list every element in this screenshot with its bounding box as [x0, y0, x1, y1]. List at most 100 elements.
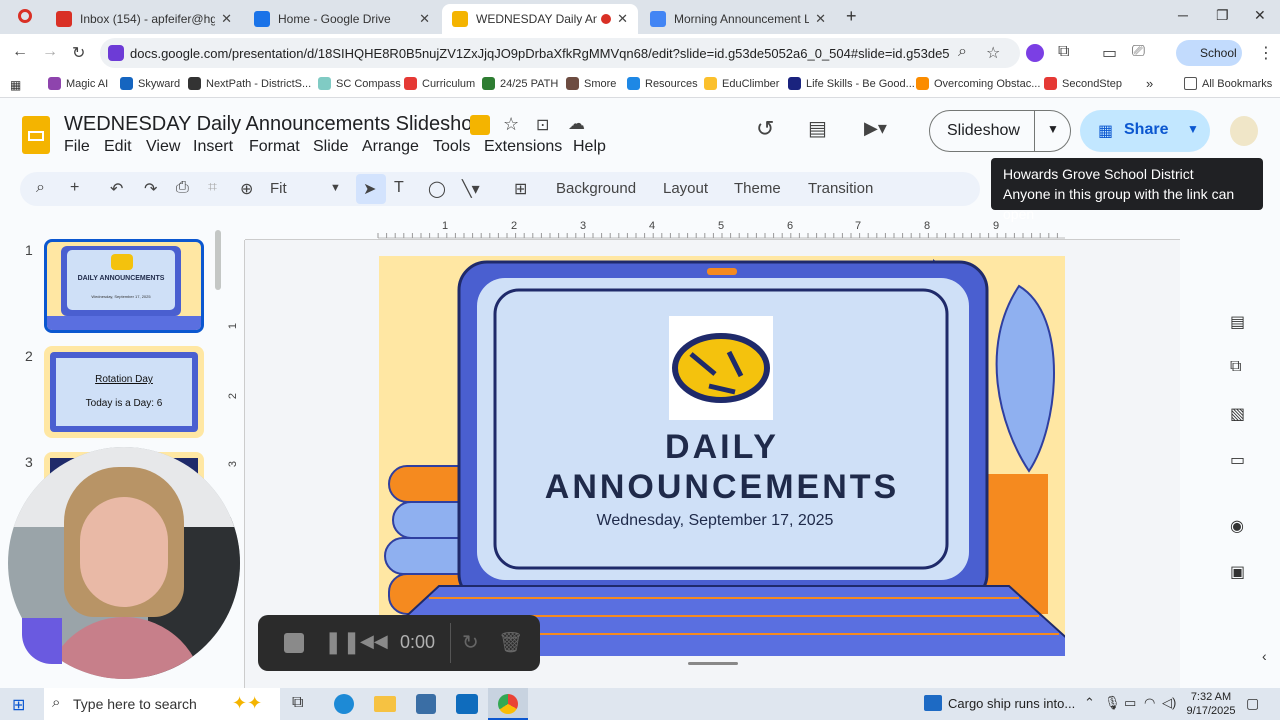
chrome-icon[interactable]	[498, 694, 518, 714]
stop-icon[interactable]	[284, 633, 304, 653]
new-tab-icon[interactable]: +	[846, 6, 857, 27]
task-view-icon[interactable]: ⧉	[292, 694, 303, 712]
menu-tools[interactable]: Tools	[433, 138, 470, 156]
close-icon[interactable]: ✕	[419, 11, 430, 27]
text-box-icon[interactable]: T	[394, 179, 404, 197]
profile-button[interactable]: School	[1176, 40, 1242, 66]
bookmark[interactable]: NextPath - DistrictS...	[188, 77, 311, 90]
close-icon[interactable]: ✕	[815, 11, 826, 27]
battery-icon[interactable]: ▭	[1124, 695, 1136, 711]
background-button[interactable]: Background	[556, 180, 636, 197]
paint-format-icon[interactable]: ⌗	[208, 179, 217, 197]
address-bar[interactable]: docs.google.com/presentation/d/18SIHQHE8…	[100, 38, 1020, 68]
bookmark[interactable]: Overcoming Obstac...	[916, 77, 1040, 90]
close-icon[interactable]: ✕	[617, 11, 628, 27]
new-slide-icon[interactable]: +	[70, 179, 79, 197]
slide-thumbnail-1[interactable]: DAILY ANNOUNCEMENTS Wednesday, September…	[44, 239, 204, 333]
apps-grid-icon[interactable]: ▦	[10, 78, 21, 92]
star-icon[interactable]: ☆	[503, 114, 519, 135]
share-button[interactable]: ▦ Share ▼	[1080, 110, 1210, 152]
cast-icon[interactable]: ⎚	[1132, 43, 1145, 61]
bookmark[interactable]: Magic AI	[48, 77, 108, 90]
insert-comment-icon[interactable]: ⊞	[514, 179, 527, 199]
news-headline[interactable]: Cargo ship runs into...	[948, 696, 1075, 711]
reload-icon[interactable]: ↻	[72, 43, 85, 63]
restart-icon[interactable]: ↻	[462, 630, 479, 655]
select-cursor-icon[interactable]: ➤	[363, 179, 376, 199]
filmstrip-scrollbar[interactable]	[215, 230, 221, 290]
forward-icon[interactable]: →	[42, 43, 58, 61]
slides-panel-icon[interactable]: ▤	[1230, 312, 1245, 332]
bookmark[interactable]: SC Compass	[318, 77, 401, 90]
taskbar-search-box[interactable]: ⌕ Type here to search ✦✦	[44, 688, 280, 720]
presenter-icon[interactable]	[470, 115, 490, 135]
volume-icon[interactable]: ◁)	[1162, 695, 1176, 711]
move-folder-icon[interactable]: ⊡	[536, 115, 549, 135]
rewind-icon[interactable]: ◀◀	[360, 631, 388, 652]
store-icon[interactable]	[416, 694, 436, 714]
search-menus-icon[interactable]: ⌕	[36, 179, 45, 197]
folder-icon[interactable]: ▭	[1230, 450, 1245, 470]
edge-icon[interactable]	[334, 694, 354, 714]
wifi-icon[interactable]: ◠	[1144, 695, 1155, 711]
extensions-puzzle-icon[interactable]: ⧉	[1058, 43, 1069, 61]
redo-icon[interactable]: ↷	[144, 179, 157, 199]
windows-start-icon[interactable]: ⊞	[12, 695, 25, 715]
maximize-icon[interactable]: ❐	[1216, 7, 1229, 24]
slide-date[interactable]: Wednesday, September 17, 2025	[379, 512, 1051, 530]
speaker-notes-handle[interactable]	[688, 662, 738, 665]
tab-slides[interactable]: WEDNESDAY Daily Announ ✕	[442, 4, 638, 34]
image-icon[interactable]: ▧	[1230, 404, 1245, 424]
tab-drive[interactable]: Home - Google Drive ✕	[244, 4, 440, 34]
menu-edit[interactable]: Edit	[104, 138, 132, 156]
more-menu-icon[interactable]: ⋮	[1258, 43, 1274, 63]
pause-icon[interactable]: ❚❚	[324, 629, 361, 655]
extension-icon[interactable]	[1026, 44, 1044, 62]
zoom-icon[interactable]: ⌕	[958, 43, 967, 61]
file-explorer-icon[interactable]	[374, 696, 396, 712]
bookmark[interactable]: Smore	[566, 77, 616, 90]
zoom-icon[interactable]: ⊕	[240, 179, 253, 199]
notifications-icon[interactable]: ▢	[1246, 695, 1259, 712]
slide-title-line1[interactable]: DAILY	[379, 428, 1065, 467]
collapse-panel-icon[interactable]: ‹	[1262, 648, 1267, 664]
close-window-icon[interactable]: ✕	[1254, 7, 1266, 24]
all-bookmarks[interactable]: All Bookmarks	[1184, 77, 1272, 90]
slides-logo-icon[interactable]	[22, 116, 50, 154]
microphone-icon[interactable]: 🎙	[1104, 695, 1121, 711]
menu-help[interactable]: Help	[573, 138, 606, 156]
delete-icon[interactable]: 🗑	[498, 630, 523, 655]
bookmark[interactable]: Life Skills - Be Good...	[788, 77, 915, 90]
line-icon[interactable]: ╲▾	[462, 179, 480, 199]
slide-thumbnail-2[interactable]: Rotation Day Today is a Day: 6	[44, 346, 204, 438]
back-icon[interactable]: ←	[12, 43, 28, 61]
minimize-icon[interactable]: ─	[1178, 7, 1188, 23]
outlook-icon[interactable]	[456, 694, 478, 714]
record-icon[interactable]: ◉	[1230, 516, 1244, 536]
bookmark[interactable]: Resources	[627, 77, 698, 90]
menu-slide[interactable]: Slide	[313, 138, 349, 156]
clock[interactable]: 7:32 AM 9/17/2025	[1184, 690, 1238, 718]
slideshow-button[interactable]: Slideshow	[947, 122, 1020, 140]
shape-icon[interactable]: ◯	[428, 179, 446, 199]
transition-button[interactable]: Transition	[808, 180, 873, 197]
tab-search-icon[interactable]: ▭	[1102, 43, 1117, 63]
undo-icon[interactable]: ↶	[110, 179, 123, 199]
layout-button[interactable]: Layout	[663, 180, 708, 197]
meet-video-icon[interactable]: ▶▾	[864, 118, 887, 139]
menu-insert[interactable]: Insert	[193, 138, 233, 156]
slide-canvas[interactable]: DAILY ANNOUNCEMENTS Wednesday, September…	[379, 256, 1065, 656]
bookmark-star-icon[interactable]: ☆	[986, 43, 1000, 63]
menu-file[interactable]: File	[64, 138, 90, 156]
theme-button[interactable]: Theme	[734, 180, 781, 197]
tab-gmail[interactable]: Inbox (154) - apfeifer@hgtigers ✕	[46, 4, 242, 34]
bookmark[interactable]: Curriculum	[404, 77, 475, 90]
news-icon[interactable]	[924, 695, 942, 711]
zoom-select[interactable]: Fit	[270, 180, 287, 197]
menu-format[interactable]: Format	[249, 138, 300, 156]
comments-icon[interactable]: ▤	[808, 116, 827, 141]
site-info-icon[interactable]	[108, 45, 124, 61]
version-history-icon[interactable]: ↺	[756, 116, 774, 142]
bookmark[interactable]: Skyward	[120, 77, 180, 90]
close-icon[interactable]: ✕	[221, 11, 232, 27]
